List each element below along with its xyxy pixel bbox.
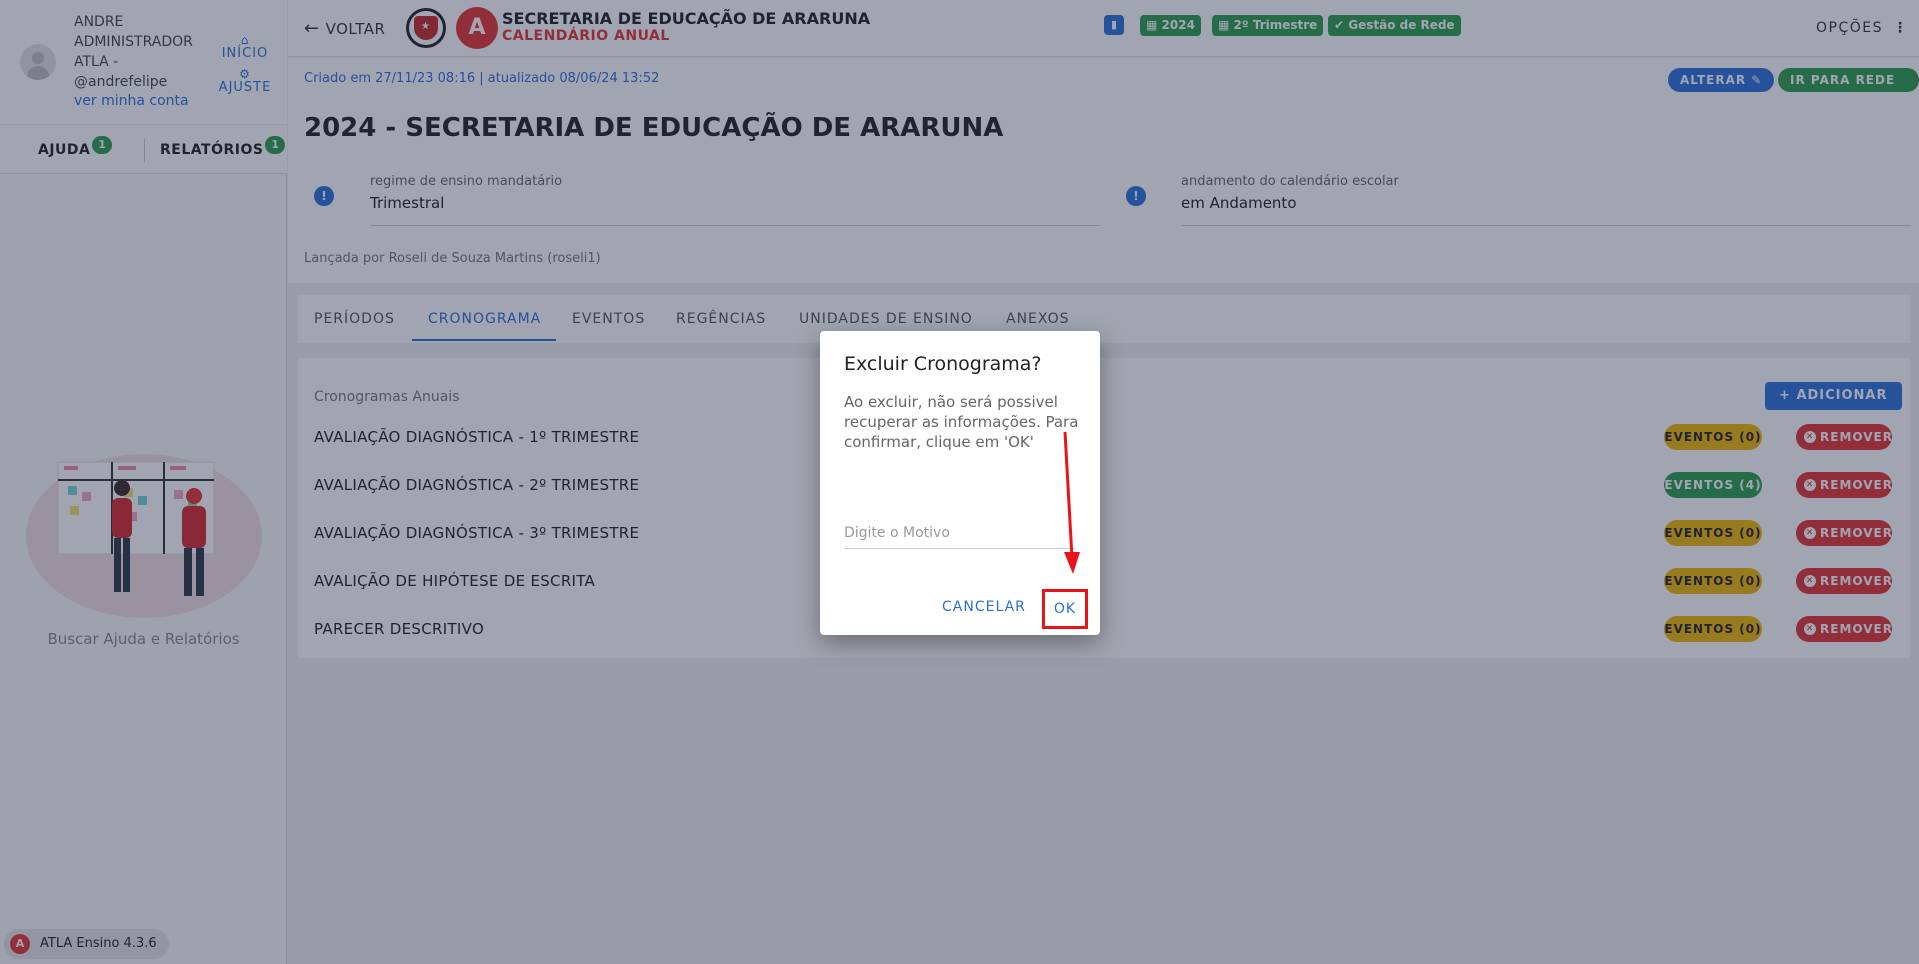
ok-button[interactable]: OK: [1042, 589, 1088, 629]
cancel-button[interactable]: CANCELAR: [942, 599, 1026, 615]
dialog-text: Ao excluir, não será possivel recuperar …: [844, 393, 1079, 451]
motivo-input[interactable]: [844, 517, 1076, 549]
dialog-title: Excluir Cronograma?: [844, 353, 1042, 375]
delete-dialog: Excluir Cronograma? Ao excluir, não será…: [820, 331, 1100, 635]
